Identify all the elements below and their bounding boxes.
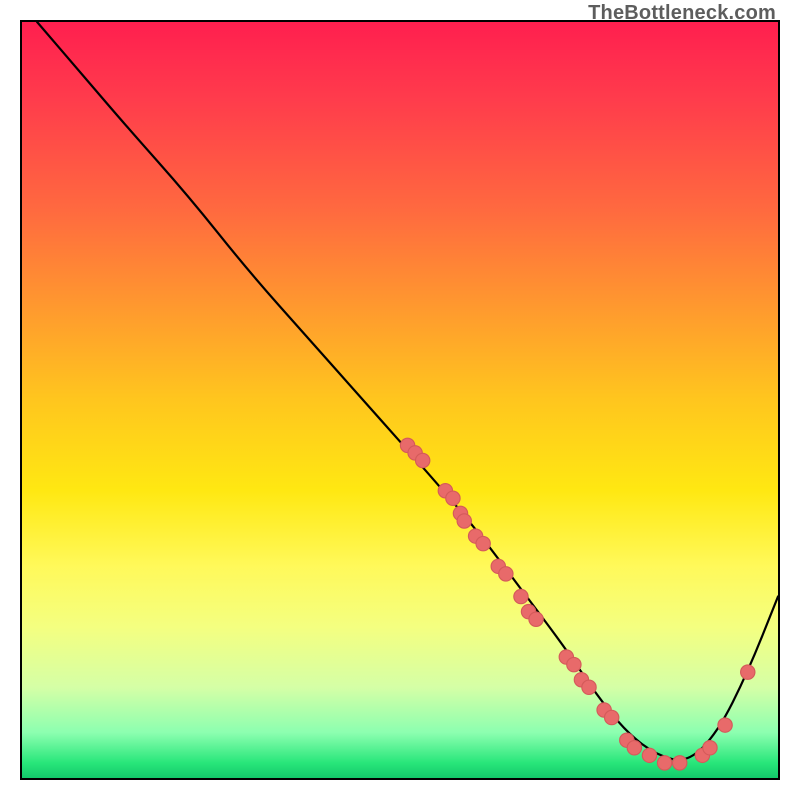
data-marker (673, 756, 687, 770)
data-marker (514, 589, 528, 603)
data-marker (657, 756, 671, 770)
data-marker (582, 680, 596, 694)
plot-area (20, 20, 780, 780)
data-marker (476, 536, 490, 550)
data-marker (741, 665, 755, 679)
chart-container: TheBottleneck.com (0, 0, 800, 800)
data-marker (499, 567, 513, 581)
data-marker (567, 657, 581, 671)
data-marker (627, 741, 641, 755)
data-marker (703, 741, 717, 755)
data-marker (604, 710, 618, 724)
data-marker (529, 612, 543, 626)
data-marker (415, 453, 429, 467)
bottleneck-curve-path (37, 22, 778, 760)
data-marker (642, 748, 656, 762)
chart-svg (22, 22, 778, 778)
data-marker (446, 491, 460, 505)
marker-group (400, 438, 755, 770)
data-marker (718, 718, 732, 732)
data-marker (457, 514, 471, 528)
